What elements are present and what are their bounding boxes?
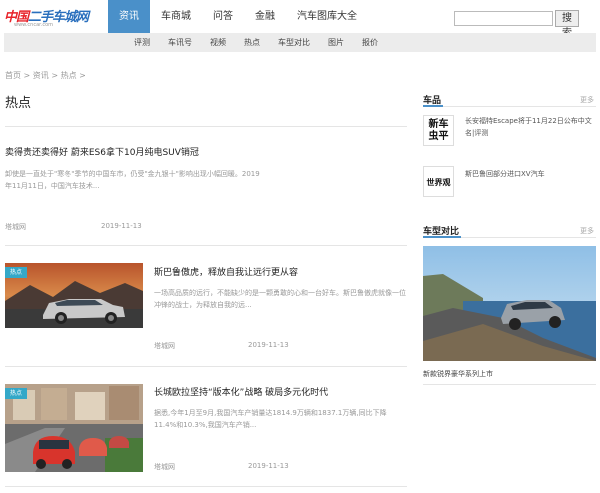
subnav-item-hot[interactable]: 热点: [244, 33, 260, 52]
sidebar-item-text[interactable]: 长安福特Escape将于11月22日公布中文名|评测: [465, 115, 595, 139]
compare-thumbnail[interactable]: [423, 246, 596, 361]
logo-url: www.cncar.com: [14, 22, 53, 28]
subnav-item-compare[interactable]: 车型对比: [278, 33, 310, 52]
section-divider: [423, 384, 596, 385]
more-link[interactable]: 更多: [580, 226, 594, 236]
top-bar: 中国二手车城网 www.cncar.com 资讯 车商城 问答 金融 汽车图库大…: [0, 0, 600, 39]
site-logo[interactable]: 中国二手车城网 www.cncar.com: [4, 4, 89, 30]
section-accent: [423, 105, 443, 107]
section-divider: [423, 106, 596, 107]
media-logo[interactable]: 新车 虫平: [423, 115, 454, 146]
article-source: 塔城网: [5, 223, 26, 231]
article-title[interactable]: 长城欧拉坚持“版本化”战略 破局多元化时代: [154, 385, 328, 398]
sub-nav: 评测 车讯号 视频 热点 车型对比 图片 报价: [4, 33, 596, 52]
subnav-item-car-news[interactable]: 车讯号: [168, 33, 192, 52]
suv-coast-photo: [423, 246, 596, 361]
nav-item-finance[interactable]: 金融: [244, 0, 286, 33]
compare-caption[interactable]: 新款锐界豪华系列上市: [423, 369, 493, 379]
breadcrumb[interactable]: 首页 > 资讯 > 热点 >: [5, 70, 86, 81]
subnav-item-price[interactable]: 报价: [362, 33, 378, 52]
hot-tag: 热点: [5, 267, 27, 278]
more-link[interactable]: 更多: [580, 95, 594, 105]
article-summary: 卸使是一直处于"寒冬"季节的中国车市，仍受"金九银十"影响出现小幅回暖。2019…: [5, 170, 260, 190]
hot-tag: 热点: [5, 388, 27, 399]
article-date: 2019-11-13: [101, 222, 142, 230]
subnav-item-review[interactable]: 评测: [134, 33, 150, 52]
article-summary: 一场高品质的远行，不能缺少的是一颗勇敢的心和一台好车。斯巴鲁傲虎就像一位冲锋的战…: [154, 289, 406, 309]
subnav-item-video[interactable]: 视频: [210, 33, 226, 52]
nav-item-news[interactable]: 资讯: [108, 0, 150, 33]
sidebar-item-text[interactable]: 斯巴鲁回部分进口XV汽车: [465, 168, 595, 180]
article-thumbnail[interactable]: 热点: [5, 263, 143, 328]
subnav-item-pictures[interactable]: 图片: [328, 33, 344, 52]
article-source: 塔城网: [154, 342, 175, 350]
article-title[interactable]: 卖得贵还卖得好 蔚来ES6拿下10月纯电SUV销冠: [5, 145, 199, 158]
nav-item-gallery[interactable]: 汽车图库大全: [286, 0, 368, 33]
main-nav: 资讯 车商城 问答 金融 汽车图库大全: [108, 0, 368, 33]
media-logo[interactable]: 世界观: [423, 166, 454, 197]
nav-item-car-mall[interactable]: 车商城: [150, 0, 202, 33]
article-date: 2019-11-13: [248, 462, 289, 470]
article-source: 塔城网: [154, 463, 175, 471]
divider: [5, 486, 407, 487]
page-title: 热点: [5, 96, 32, 111]
search-button[interactable]: 搜 索: [555, 10, 579, 39]
nav-item-qa[interactable]: 问答: [202, 0, 244, 33]
article-thumbnail[interactable]: 热点: [5, 384, 143, 472]
divider: [5, 366, 407, 367]
article-date: 2019-11-13: [248, 341, 289, 349]
search-input[interactable]: [454, 11, 553, 26]
divider: [5, 245, 407, 246]
article-title[interactable]: 斯巴鲁傲虎，释放自我让远行更从容: [154, 265, 298, 278]
divider: [5, 126, 407, 127]
article-summary: 据悉,今年1月至9月,我国汽车产销量达1814.9万辆和1837.1万辆,同比下…: [154, 409, 387, 429]
section-accent: [423, 236, 461, 238]
